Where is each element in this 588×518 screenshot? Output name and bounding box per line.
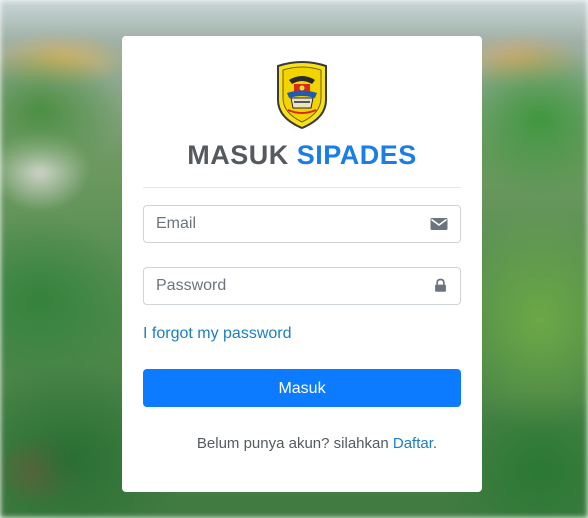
email-input[interactable] xyxy=(156,206,416,242)
register-link[interactable]: Daftar xyxy=(393,435,433,452)
password-input[interactable] xyxy=(156,268,416,304)
forgot-password-link[interactable]: I forgot my password xyxy=(143,325,292,343)
title-sipades: SIPADES xyxy=(296,140,417,170)
page-title: MASUK SIPADES xyxy=(122,140,482,171)
register-suffix: . xyxy=(432,435,438,452)
password-field[interactable] xyxy=(143,267,461,305)
email-field[interactable] xyxy=(143,205,461,243)
login-button[interactable]: Masuk xyxy=(143,369,461,407)
district-emblem-logo xyxy=(277,61,327,130)
lock-icon xyxy=(435,278,446,292)
register-text: Belum punya akun? silahkan xyxy=(196,435,389,452)
title-divider xyxy=(143,187,461,188)
title-masuk: MASUK xyxy=(187,140,289,170)
envelope-icon xyxy=(430,218,448,230)
login-card: MASUK SIPADES I forgot my password Masuk… xyxy=(122,36,482,492)
register-prompt: Belum punya akun? silahkan Daftar. xyxy=(122,435,482,452)
